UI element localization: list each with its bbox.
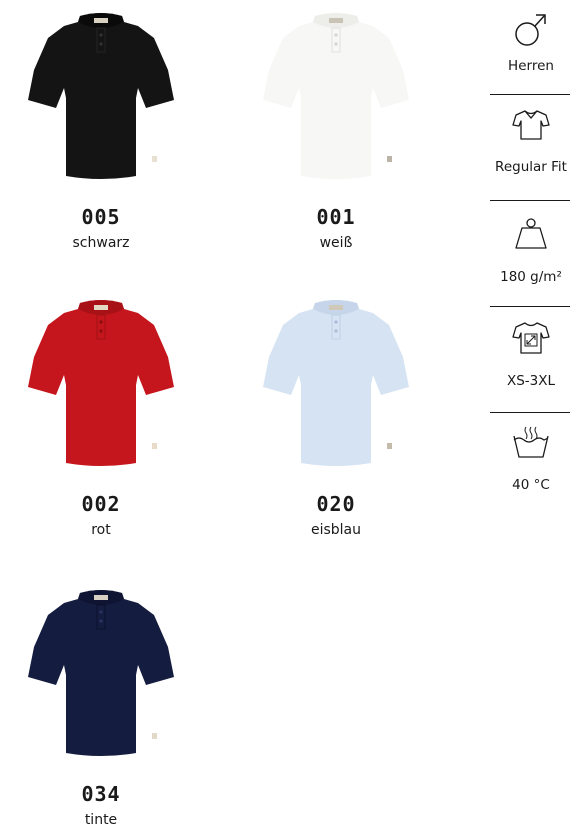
swatch-rot[interactable]: 002 rot [11, 295, 191, 538]
color-name: tinte [84, 812, 118, 828]
feature-label: 40 °C [512, 477, 550, 493]
shirt-image [246, 8, 426, 183]
shirt-image [11, 585, 191, 760]
color-code: 005 [81, 205, 121, 229]
color-name: eisblau [310, 522, 362, 538]
divider [490, 306, 570, 307]
color-code: 020 [316, 492, 356, 516]
wash-40-icon [513, 426, 549, 458]
polo-shirt-black [26, 13, 176, 183]
color-name: weiß [319, 235, 353, 251]
polo-shirt-ink [26, 590, 176, 760]
feature-sizes: XS-3XL [483, 320, 579, 390]
color-code: 001 [316, 205, 356, 229]
feature-fit: Regular Fit [483, 108, 579, 176]
feature-label: XS-3XL [506, 373, 556, 389]
swatch-schwarz[interactable]: 005 schwarz [11, 8, 191, 251]
divider [490, 412, 570, 413]
shirt-image [11, 295, 191, 470]
size-shirt-icon [512, 322, 550, 354]
color-name: schwarz [72, 235, 130, 251]
shirt-fit-icon [512, 110, 550, 140]
polo-shirt-red [26, 300, 176, 470]
feature-label: 180 g/m² [500, 269, 562, 285]
shirt-image [246, 295, 426, 470]
male-icon [515, 14, 546, 46]
swatch-weiss[interactable]: 001 weiß [246, 8, 426, 251]
weight-icon [515, 218, 547, 249]
color-code: 034 [81, 782, 121, 806]
polo-shirt-white [261, 13, 411, 183]
divider [490, 200, 570, 201]
feature-gender: Herren [483, 8, 579, 75]
feature-label: Regular Fit [495, 159, 567, 175]
color-code: 002 [81, 492, 121, 516]
swatch-tinte[interactable]: 034 tinte [11, 585, 191, 828]
swatch-eisblau[interactable]: 020 eisblau [246, 295, 426, 538]
polo-shirt-iceblue [261, 300, 411, 470]
shirt-image [11, 8, 191, 183]
feature-label: Herren [508, 58, 554, 74]
feature-wash: 40 °C [483, 424, 579, 494]
feature-weight: 180 g/m² [483, 216, 579, 286]
divider [490, 94, 570, 95]
color-name: rot [91, 522, 111, 538]
